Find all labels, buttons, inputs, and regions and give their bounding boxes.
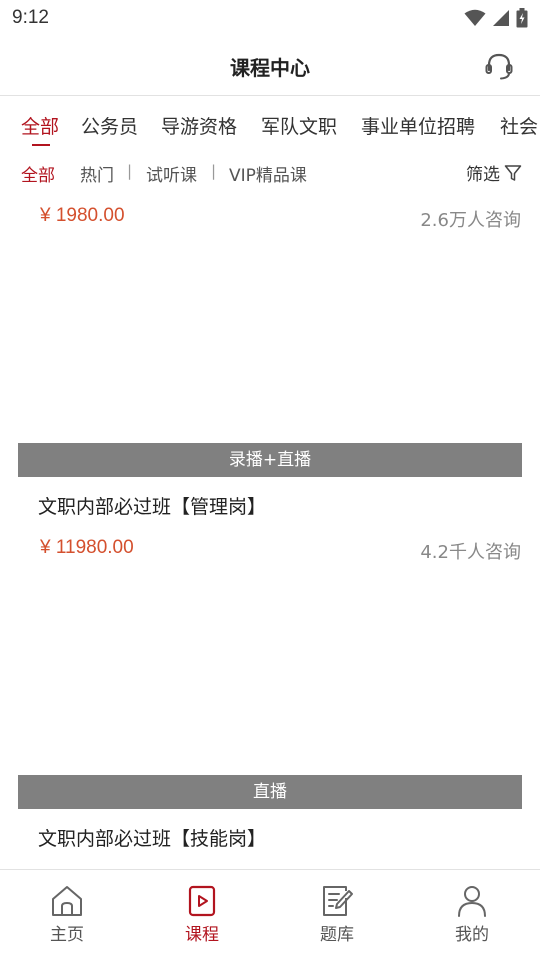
nav-course-label: 课程 xyxy=(185,925,219,945)
app-header: 课程中心 xyxy=(0,38,540,96)
status-time: 9:12 xyxy=(12,7,49,28)
funnel-icon xyxy=(504,164,522,181)
nav-home[interactable]: 主页 xyxy=(27,884,107,945)
course-consult-count: 2.6万人咨询 xyxy=(420,210,521,231)
filter-vip[interactable]: VIP精品课 xyxy=(229,161,307,186)
nav-course[interactable]: 课程 xyxy=(162,884,242,945)
course-consult-count: 4.2千人咨询 xyxy=(420,542,521,563)
page-title: 课程中心 xyxy=(230,56,310,80)
filter-all[interactable]: 全部 xyxy=(21,161,55,186)
battery-icon xyxy=(516,8,528,28)
filter-hot[interactable]: 热门 xyxy=(80,161,114,186)
tab-all[interactable]: 全部 xyxy=(21,112,59,139)
course-type-tag: 录播+直播 xyxy=(18,443,522,477)
course-price: ¥ 1980.00 xyxy=(40,205,125,226)
category-tabs: 全部 公务员 导游资格 军队文职 事业单位招聘 社会 xyxy=(0,96,540,154)
nav-question-bank[interactable]: 题库 xyxy=(297,884,377,945)
signal-icon xyxy=(493,10,509,26)
tab-tour-guide[interactable]: 导游资格 xyxy=(161,112,237,139)
nav-profile-label: 我的 xyxy=(455,925,489,945)
wifi-icon xyxy=(464,9,486,26)
filter-separator: | xyxy=(211,162,217,180)
profile-icon xyxy=(458,886,486,917)
tab-social[interactable]: 社会 xyxy=(500,112,538,139)
status-icons xyxy=(464,8,528,28)
course-title: 文职内部必过班【管理岗】 xyxy=(38,496,267,518)
headset-icon[interactable] xyxy=(482,50,516,84)
nav-home-label: 主页 xyxy=(50,925,84,945)
filter-trial[interactable]: 试听课 xyxy=(146,161,197,186)
nav-profile[interactable]: 我的 xyxy=(432,884,512,945)
question-bank-icon xyxy=(323,886,353,916)
tab-military-civilian[interactable]: 军队文职 xyxy=(261,112,337,139)
course-cover xyxy=(18,575,522,775)
nav-question-bank-label: 题库 xyxy=(320,925,354,945)
status-bar: 9:12 xyxy=(0,0,540,38)
course-type-tag: 直播 xyxy=(18,775,522,809)
filter-button[interactable]: 筛选 xyxy=(466,160,522,185)
filter-row: 全部 热门 | 试听课 | VIP精品课 筛选 xyxy=(0,154,540,192)
course-cover xyxy=(18,240,522,443)
tab-public-institution[interactable]: 事业单位招聘 xyxy=(361,112,475,139)
home-icon xyxy=(52,886,82,916)
tab-civil-servant[interactable]: 公务员 xyxy=(81,112,138,139)
course-play-icon xyxy=(188,885,216,917)
active-tab-indicator xyxy=(32,144,50,146)
course-title: 文职内部必过班【技能岗】 xyxy=(38,828,267,850)
course-price: ¥ 11980.00 xyxy=(40,537,134,558)
filter-separator: | xyxy=(127,162,133,180)
bottom-nav: 主页 课程 题库 我的 xyxy=(0,869,540,960)
filter-label: 筛选 xyxy=(466,165,500,185)
